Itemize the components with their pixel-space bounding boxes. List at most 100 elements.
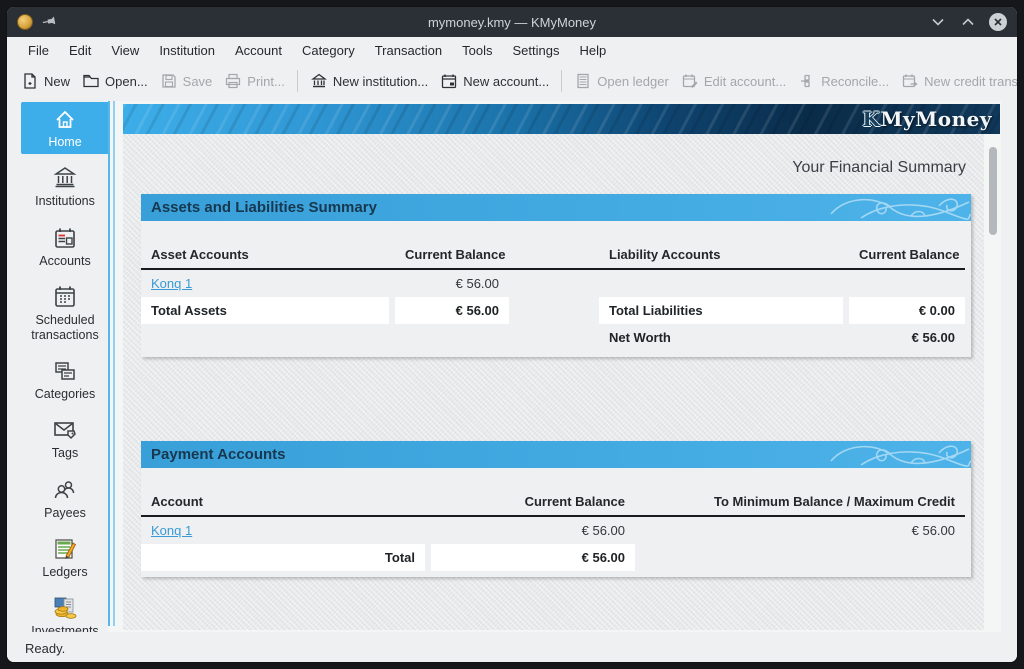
open-ledger-button[interactable]: Open ledger bbox=[568, 69, 675, 93]
open-button[interactable]: Open... bbox=[76, 69, 154, 93]
column-header: Account bbox=[141, 489, 425, 515]
sidebar-item-label: Categories bbox=[35, 387, 95, 401]
home-icon bbox=[52, 108, 78, 132]
scrollbar[interactable] bbox=[988, 139, 998, 628]
column-header: Current Balance bbox=[431, 489, 635, 515]
menu-edit[interactable]: Edit bbox=[60, 40, 100, 61]
status-text: Ready. bbox=[25, 641, 65, 656]
edit-account-button[interactable]: Edit account... bbox=[675, 69, 792, 93]
new-institution-button[interactable]: New institution... bbox=[304, 69, 434, 93]
total-assets-label: Total Assets bbox=[141, 297, 389, 324]
payment-accounts-panel: Payment Accounts Account bbox=[141, 441, 971, 577]
sidebar-item-accounts[interactable]: Accounts bbox=[21, 219, 109, 273]
menu-account[interactable]: Account bbox=[226, 40, 291, 61]
menubar: File Edit View Institution Account Categ… bbox=[7, 37, 1017, 64]
toolbar-label: New bbox=[44, 74, 70, 89]
new-button[interactable]: New bbox=[15, 69, 76, 93]
account-link[interactable]: Konq 1 bbox=[151, 276, 192, 291]
assets-liabilities-header: Assets and Liabilities Summary bbox=[141, 194, 971, 221]
main-area: Home Institutions Accounts Scheduled tra… bbox=[7, 98, 1017, 634]
institutions-icon bbox=[52, 165, 78, 191]
minimize-button[interactable] bbox=[929, 13, 947, 31]
new-account-button[interactable]: New account... bbox=[434, 69, 555, 93]
toolbar-label: New credit transfer bbox=[924, 74, 1018, 89]
menu-category[interactable]: Category bbox=[293, 40, 364, 61]
reconcile-icon bbox=[798, 72, 816, 90]
total-assets-value: € 56.00 bbox=[395, 297, 509, 324]
categories-icon bbox=[52, 358, 78, 384]
sidebar-item-institutions[interactable]: Institutions bbox=[21, 159, 109, 213]
credit-transfer-icon bbox=[901, 72, 919, 90]
assets-liabilities-table: Asset Accounts Current Balance Liability… bbox=[141, 221, 971, 357]
scrollbar-thumb[interactable] bbox=[989, 147, 997, 235]
pin-icon[interactable] bbox=[40, 12, 58, 31]
reconcile-button[interactable]: Reconcile... bbox=[792, 69, 895, 93]
assets-liabilities-panel: Assets and Liabilities Summary bbox=[141, 194, 971, 357]
sidebar-item-home[interactable]: Home bbox=[21, 102, 109, 154]
column-header: Asset Accounts bbox=[141, 242, 389, 268]
home-view: KMyMoney Your Financial Summary Assets a… bbox=[108, 101, 1001, 632]
sidebar-item-payees[interactable]: Payees bbox=[21, 471, 109, 525]
ledgers-icon bbox=[52, 536, 78, 562]
sidebar-item-label: Home bbox=[48, 135, 81, 149]
sidebar-item-label: Ledgers bbox=[42, 565, 87, 579]
sidebar-item-ledgers[interactable]: Ledgers bbox=[21, 530, 109, 584]
toolbar-label: Save bbox=[183, 74, 213, 89]
column-header: Liability Accounts bbox=[599, 242, 843, 268]
printer-icon bbox=[224, 72, 242, 90]
kmymoney-banner: KMyMoney bbox=[123, 104, 1000, 134]
save-floppy-icon bbox=[160, 72, 178, 90]
toolbar-label: Open ledger bbox=[597, 74, 669, 89]
account-balance: € 56.00 bbox=[431, 517, 635, 544]
investments-icon bbox=[51, 595, 79, 621]
table-row-account: Konq 1 bbox=[141, 270, 389, 297]
menu-tools[interactable]: Tools bbox=[453, 40, 501, 61]
column-header: Current Balance bbox=[395, 242, 509, 268]
sidebar-item-label: Accounts bbox=[39, 254, 90, 268]
sidebar-item-categories[interactable]: Categories bbox=[21, 352, 109, 406]
scheduled-transactions-icon bbox=[52, 284, 78, 310]
maximize-button[interactable] bbox=[959, 13, 977, 31]
payment-accounts-header: Payment Accounts bbox=[141, 441, 971, 468]
save-button[interactable]: Save bbox=[154, 69, 219, 93]
total-label: Total bbox=[141, 544, 425, 571]
toolbar: New Open... Save Print... New institutio… bbox=[7, 64, 1017, 98]
close-button[interactable] bbox=[989, 13, 1007, 31]
total-value: € 56.00 bbox=[431, 544, 635, 571]
menu-help[interactable]: Help bbox=[570, 40, 615, 61]
toolbar-label: Open... bbox=[105, 74, 148, 89]
titlebar[interactable]: mymoney.kmy — KMyMoney bbox=[7, 7, 1017, 37]
payees-icon bbox=[52, 477, 78, 503]
table-row-account: Konq 1 bbox=[141, 517, 425, 544]
sidebar-item-scheduled-transactions[interactable]: Scheduled transactions bbox=[21, 278, 109, 347]
sidebar-item-label: Payees bbox=[44, 506, 86, 520]
print-button[interactable]: Print... bbox=[218, 69, 291, 93]
kmymoney-logo: KMyMoney bbox=[862, 107, 992, 131]
column-header: To Minimum Balance / Maximum Credit bbox=[641, 489, 965, 515]
view-focus-border-inner bbox=[113, 101, 115, 626]
sidebar-item-label: Scheduled transactions bbox=[23, 313, 107, 342]
page-title: Your Financial Summary bbox=[123, 159, 966, 177]
new-credit-transfer-button[interactable]: New credit transfer bbox=[895, 69, 1018, 93]
account-link[interactable]: Konq 1 bbox=[151, 523, 192, 538]
menu-transaction[interactable]: Transaction bbox=[366, 40, 451, 61]
section-title: Assets and Liabilities Summary bbox=[151, 199, 377, 216]
toolbar-separator bbox=[297, 70, 298, 92]
account-limit: € 56.00 bbox=[641, 517, 965, 544]
menu-institution[interactable]: Institution bbox=[150, 40, 224, 61]
sidebar-item-investments[interactable]: Investments bbox=[21, 589, 109, 632]
sidebar: Home Institutions Accounts Scheduled tra… bbox=[21, 102, 109, 632]
accounts-icon bbox=[52, 225, 78, 251]
column-header: Current Balance bbox=[849, 242, 965, 268]
sidebar-item-tags[interactable]: Tags bbox=[21, 411, 109, 465]
tags-icon bbox=[52, 417, 78, 443]
kmymoney-coin-icon bbox=[17, 14, 33, 30]
menu-file[interactable]: File bbox=[19, 40, 58, 61]
menu-view[interactable]: View bbox=[102, 40, 148, 61]
section-title: Payment Accounts bbox=[151, 446, 285, 463]
menu-settings[interactable]: Settings bbox=[504, 40, 569, 61]
total-liabilities-value: € 0.00 bbox=[849, 297, 965, 324]
ledger-icon bbox=[574, 72, 592, 90]
net-worth-value: € 56.00 bbox=[849, 324, 965, 351]
flourish-decoration bbox=[821, 194, 971, 221]
